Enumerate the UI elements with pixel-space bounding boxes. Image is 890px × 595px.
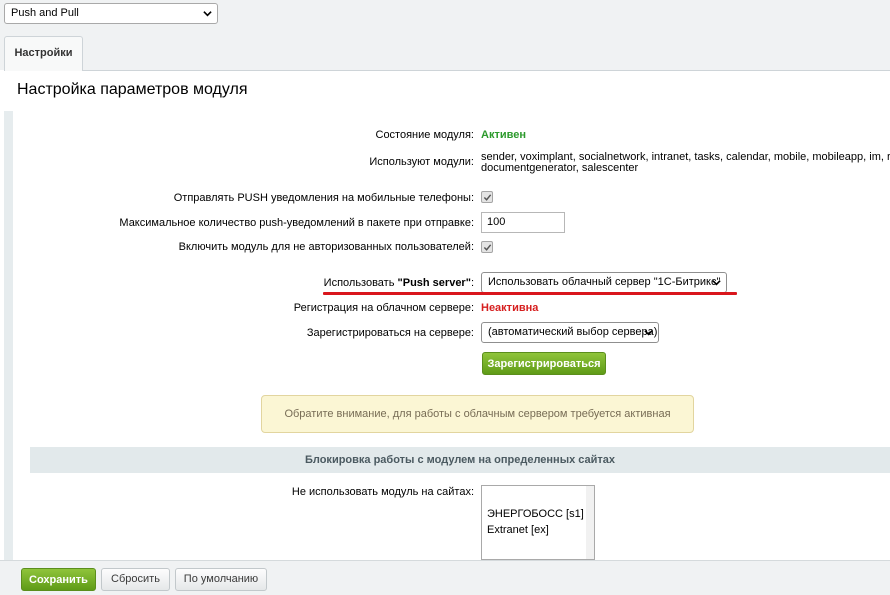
push-mobile-checkbox[interactable] bbox=[481, 191, 493, 203]
register-button[interactable]: Зарегистрироваться bbox=[482, 352, 606, 375]
save-button[interactable]: Сохранить bbox=[21, 568, 96, 591]
push-server-label-prefix: Использовать bbox=[323, 277, 398, 289]
chevron-down-icon bbox=[712, 280, 721, 286]
cloud-reg-label: Регистрация на облачном сервере: bbox=[293, 302, 474, 314]
register-server-select[interactable]: (автоматический выбор сервера) bbox=[481, 322, 659, 343]
used-by-line2: documentgenerator, salescenter bbox=[481, 162, 639, 174]
list-item[interactable]: ЭНЕРГОБОСС [s1] bbox=[487, 508, 584, 520]
list-item[interactable]: Extranet [ex] bbox=[487, 524, 549, 536]
register-on-label: Зарегистрироваться на сервере: bbox=[306, 327, 474, 339]
push-server-select-value: Использовать облачный сервер "1С-Битрикс… bbox=[488, 276, 721, 288]
scrollbar[interactable] bbox=[586, 486, 594, 559]
used-by-label: Используют модули: bbox=[369, 156, 474, 168]
push-server-select[interactable]: Использовать облачный сервер "1С-Битрикс… bbox=[481, 272, 727, 293]
status-label: Состояние модуля: bbox=[375, 129, 475, 141]
chevron-down-icon bbox=[644, 330, 653, 336]
default-button[interactable]: По умолчанию bbox=[175, 568, 267, 591]
license-notice: Обратите внимание, для работы с облачным… bbox=[261, 395, 694, 456]
max-push-input[interactable]: 100 bbox=[481, 212, 565, 233]
push-server-label-bold: "Push server" bbox=[397, 277, 471, 289]
register-server-select-value: (автоматический выбор сервера) bbox=[488, 326, 658, 338]
status-value: Активен bbox=[481, 129, 526, 141]
reset-button[interactable]: Сбросить bbox=[101, 568, 170, 591]
module-select[interactable]: Push and Pull bbox=[4, 3, 218, 24]
cloud-reg-status: Неактивна bbox=[481, 302, 539, 314]
max-push-label: Максимальное количество push-уведомлений… bbox=[119, 217, 474, 229]
chevron-down-icon bbox=[203, 11, 212, 17]
unauth-label: Включить модуль для не авторизованных по… bbox=[178, 241, 474, 253]
tab-settings-label: Настройки bbox=[14, 47, 73, 59]
check-icon bbox=[483, 194, 492, 201]
push-server-label-suffix: : bbox=[470, 277, 474, 289]
module-select-value: Push and Pull bbox=[11, 7, 79, 19]
max-push-value: 100 bbox=[487, 216, 506, 228]
sites-listbox[interactable]: ЭНЕРГОБОСС [s1] Extranet [ex] bbox=[481, 485, 595, 560]
sites-label: Не использовать модуль на сайтах: bbox=[291, 486, 474, 498]
highlight-underline bbox=[323, 292, 737, 295]
check-icon bbox=[483, 244, 492, 251]
block-section-title: Блокировка работы с модулем на определен… bbox=[30, 447, 890, 473]
page-title: Настройка параметров модуля bbox=[17, 81, 248, 98]
push-mobile-label: Отправлять PUSH уведомления на мобильные… bbox=[173, 192, 474, 204]
tab-settings[interactable]: Настройки bbox=[4, 36, 83, 71]
unauth-checkbox[interactable] bbox=[481, 241, 493, 253]
push-server-label: Использовать "Push server": bbox=[324, 277, 474, 289]
